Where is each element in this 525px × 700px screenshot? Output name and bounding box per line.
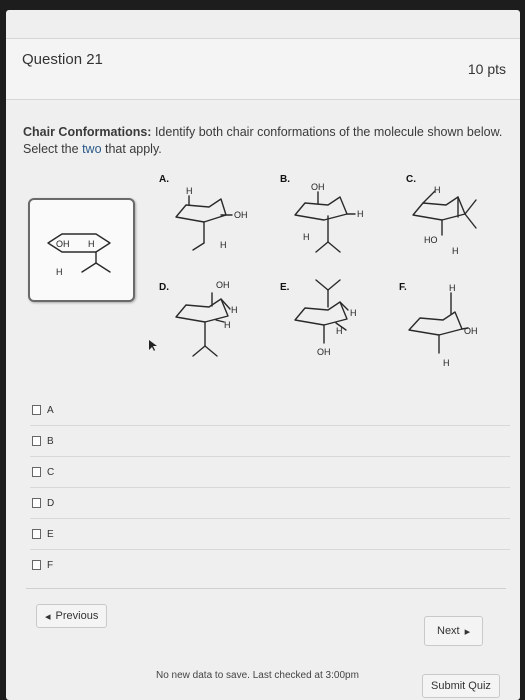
ref-h2-label: H xyxy=(56,267,63,277)
b-h-left-label: H xyxy=(303,232,310,242)
submit-quiz-button[interactable]: Submit Quiz xyxy=(422,674,500,698)
checkbox-icon[interactable] xyxy=(32,560,41,570)
previous-label: Previous xyxy=(55,610,99,622)
f-h-bottom-label: H xyxy=(443,358,450,368)
a-oh-label: OH xyxy=(234,210,248,220)
structure-d-letter: D. xyxy=(159,282,169,293)
e-oh-label: OH xyxy=(317,347,331,357)
a-h-bottom-label: H xyxy=(220,240,227,250)
f-h-top-label: H xyxy=(449,283,456,293)
structure-f-letter: F. xyxy=(399,282,407,293)
c-h-top-label: H xyxy=(434,185,441,195)
choice-c[interactable]: C xyxy=(30,457,510,488)
c-h-bottom-label: H xyxy=(452,246,459,256)
previous-arrow-icon: ◂ xyxy=(45,610,51,623)
ref-h1-label: H xyxy=(88,239,95,249)
choice-a[interactable]: A xyxy=(30,395,510,426)
divider xyxy=(26,588,506,589)
next-arrow-icon: ▸ xyxy=(464,625,471,638)
choice-e[interactable]: E xyxy=(30,519,510,550)
structure-a: A. H OH H xyxy=(159,174,248,251)
answer-choices: A B C D E F xyxy=(30,395,510,580)
structure-c: C. H HO H xyxy=(406,174,477,256)
d-oh-label: OH xyxy=(216,280,230,290)
reference-molecule: OH H H xyxy=(47,233,111,277)
submit-label: Submit Quiz xyxy=(431,680,491,692)
checkbox-icon[interactable] xyxy=(32,405,41,415)
save-status-text: No new data to save. Last checked at 3:0… xyxy=(156,670,359,681)
structure-a-letter: A. xyxy=(159,174,169,185)
f-oh-label: OH xyxy=(464,326,478,336)
checkbox-icon[interactable] xyxy=(32,529,41,539)
next-label: Next xyxy=(437,625,460,637)
choice-label: D xyxy=(47,497,55,509)
b-oh-label: OH xyxy=(311,182,325,192)
previous-button[interactable]: ◂ Previous xyxy=(36,604,108,628)
structure-f: F. H OH H xyxy=(399,282,478,368)
quiz-page: Question 21 10 pts Chair Conformations: … xyxy=(6,10,520,700)
choice-f[interactable]: F xyxy=(30,550,510,580)
e-h-right-label: H xyxy=(350,308,357,318)
a-h-top-label: H xyxy=(186,186,193,196)
choice-label: E xyxy=(47,528,54,540)
structure-e-letter: E. xyxy=(280,282,290,293)
chair-structures-figure: OH H H A. H OH H B. OH H H C. H HO H D. … xyxy=(47,174,478,368)
e-h-mid-label: H xyxy=(336,326,343,336)
structure-b-letter: B. xyxy=(280,174,290,185)
ref-oh-label: OH xyxy=(56,239,70,249)
next-button[interactable]: Next ▸ xyxy=(424,616,484,646)
b-h-right-label: H xyxy=(357,209,364,219)
choice-b[interactable]: B xyxy=(30,426,510,457)
choice-d[interactable]: D xyxy=(30,488,510,519)
checkbox-icon[interactable] xyxy=(32,498,41,508)
choice-label: C xyxy=(47,466,55,478)
choice-label: B xyxy=(47,435,54,447)
choice-label: A xyxy=(47,404,54,416)
checkbox-icon[interactable] xyxy=(32,467,41,477)
structure-c-letter: C. xyxy=(406,174,416,185)
structure-b: B. OH H H xyxy=(280,174,364,253)
d-h-right-label: H xyxy=(231,305,238,315)
d-h-mid-label: H xyxy=(224,320,231,330)
choice-label: F xyxy=(47,559,54,571)
checkbox-icon[interactable] xyxy=(32,436,41,446)
structure-d: D. OH H H xyxy=(159,280,238,357)
c-ho-label: HO xyxy=(424,235,438,245)
structure-e: E. H H OH xyxy=(280,279,357,357)
mouse-cursor-icon xyxy=(149,340,157,351)
